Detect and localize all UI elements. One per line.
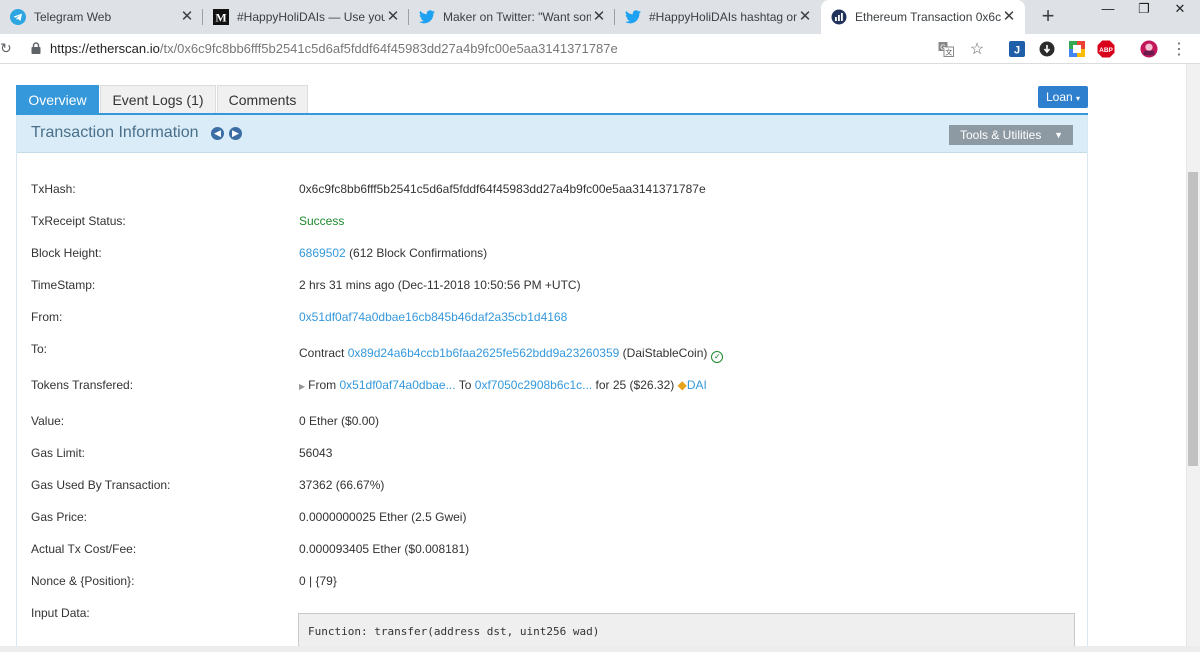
url-host: https://etherscan.io xyxy=(50,41,160,56)
address-bar[interactable]: https://etherscan.io/tx/0x6c9fc8bb6fff5b… xyxy=(50,41,618,56)
from-label: From: xyxy=(31,310,63,324)
tab-title: Telegram Web xyxy=(34,10,112,24)
gas-used-label: Gas Used By Transaction: xyxy=(31,478,171,492)
token-to-address-link[interactable]: 0xf7050c2908b6c1c... xyxy=(475,378,592,392)
tools-utilities-label: Tools & Utilities xyxy=(960,128,1042,142)
medium-icon: M xyxy=(213,9,229,25)
dai-token-icon: ◆ xyxy=(677,378,687,392)
telegram-icon xyxy=(10,9,26,25)
caret-right-icon: ▶ xyxy=(299,382,306,391)
close-tab-icon[interactable]: ✕ xyxy=(179,9,195,25)
tab-title: #HappyHoliDAIs hashtag on xyxy=(649,10,797,24)
lock-icon[interactable] xyxy=(31,42,41,54)
contract-prefix: Contract xyxy=(299,346,345,360)
tokens-transferred-value: ▶ From 0x51df0af74a0dbae... To 0xf7050c29… xyxy=(299,378,707,392)
contract-address-link[interactable]: 0x89d24a6b4ccb1b6faa2625fe562bdd9a232603… xyxy=(348,346,620,360)
gas-used-value: 37362 (66.67%) xyxy=(299,478,385,492)
txhash-value: 0x6c9fc8bb6fff5b2541c5d6af5fddf64f45983d… xyxy=(299,182,706,196)
abp-icon[interactable]: ABP xyxy=(1097,40,1115,58)
url-path: /tx/0x6c9fc8bb6fff5b2541c5d6af5fddf64f45… xyxy=(159,41,618,56)
token-from-word: From xyxy=(308,378,337,392)
horizontal-scroll-strip xyxy=(0,646,1200,652)
browser-tab-twitter-hashtag[interactable]: #HappyHoliDAIs hashtag on ✕ xyxy=(615,0,821,34)
timestamp-value: 2 hrs 31 mins ago (Dec-11-2018 10:50:56 … xyxy=(299,278,581,292)
gas-price-value: 0.0000000025 Ether (2.5 Gwei) xyxy=(299,510,467,524)
svg-text:M: M xyxy=(215,11,226,25)
status-value: Success xyxy=(299,214,345,228)
to-value: Contract 0x89d24a6b4ccb1b6faa2625fe562bd… xyxy=(299,346,724,363)
chevron-down-icon: ▼ xyxy=(1054,130,1063,140)
panel-title: Transaction Information xyxy=(31,124,199,141)
svg-text:ABP: ABP xyxy=(1099,47,1113,54)
loan-button[interactable]: Loan ▾ xyxy=(1038,86,1088,108)
browser-tab-medium[interactable]: M #HappyHoliDAIs — Use your ✕ xyxy=(203,0,409,34)
reload-icon[interactable]: ↻ xyxy=(0,40,12,57)
tokens-transferred-label: Tokens Transfered: xyxy=(31,378,134,392)
browser-tab-strip: Telegram Web ✕ M #HappyHoliDAIs — Use yo… xyxy=(0,0,1200,34)
twitter-icon xyxy=(419,9,435,25)
browser-tab-telegram[interactable]: Telegram Web ✕ xyxy=(0,0,203,34)
status-label: TxReceipt Status: xyxy=(31,214,126,228)
browser-tab-etherscan[interactable]: Ethereum Transaction 0x6c9f ✕ xyxy=(821,0,1025,34)
close-window-button[interactable]: ✕ xyxy=(1162,0,1198,20)
new-tab-button[interactable]: + xyxy=(1036,4,1060,28)
scrollbar-thumb[interactable] xyxy=(1188,172,1198,466)
shield-extension-icon[interactable] xyxy=(1038,40,1056,58)
next-transaction-icon[interactable]: ▶ xyxy=(229,127,242,140)
browser-toolbar: ↻ https://etherscan.io/tx/0x6c9fc8bb6fff… xyxy=(0,34,1200,64)
input-data-label: Input Data: xyxy=(31,606,90,620)
close-tab-icon[interactable]: ✕ xyxy=(1001,9,1017,25)
svg-text:J: J xyxy=(1014,45,1020,57)
value-value: 0 Ether ($0.00) xyxy=(299,414,380,428)
close-tab-icon[interactable]: ✕ xyxy=(797,9,813,25)
star-icon[interactable]: ☆ xyxy=(968,40,986,58)
svg-text:文: 文 xyxy=(945,48,952,57)
input-data-value: Function: transfer(address dst, uint256 … xyxy=(308,625,600,638)
block-height-value: 6869502 (612 Block Confirmations) xyxy=(299,246,487,260)
dai-token-link[interactable]: DAI xyxy=(687,378,707,392)
block-height-label: Block Height: xyxy=(31,246,102,260)
menu-icon[interactable]: ⋮ xyxy=(1170,40,1188,58)
timestamp-label: TimeStamp: xyxy=(31,278,96,292)
token-amount: for 25 ($26.32) xyxy=(595,378,675,392)
restore-window-button[interactable]: ❐ xyxy=(1126,0,1162,20)
txhash-label: TxHash: xyxy=(31,182,76,196)
token-to-word: To xyxy=(458,378,472,392)
green-extension-icon[interactable] xyxy=(1068,40,1086,58)
tab-title: #HappyHoliDAIs — Use your xyxy=(237,10,385,24)
prev-transaction-icon[interactable]: ◀ xyxy=(211,127,224,140)
nonce-value: 0 | {79} xyxy=(299,574,337,588)
tx-cost-label: Actual Tx Cost/Fee: xyxy=(31,542,137,556)
gas-limit-value: 56043 xyxy=(299,446,333,460)
j-extension-icon[interactable]: J xyxy=(1008,40,1026,58)
value-label: Value: xyxy=(31,414,65,428)
minimize-window-button[interactable]: — xyxy=(1090,0,1126,20)
block-number-link[interactable]: 6869502 xyxy=(299,246,346,260)
tab-title: Maker on Twitter: "Want som xyxy=(443,10,591,24)
twitter-icon xyxy=(625,9,641,25)
contract-name: (DaiStableCoin) xyxy=(622,346,708,360)
to-label: To: xyxy=(31,342,48,356)
verified-check-icon: ✓ xyxy=(711,351,724,363)
from-address-link[interactable]: 0x51df0af74a0dbae16cb845b46daf2a35cb1d41… xyxy=(299,310,567,324)
tab-event-logs[interactable]: Event Logs (1) xyxy=(100,85,216,114)
gas-price-label: Gas Price: xyxy=(31,510,88,524)
close-tab-icon[interactable]: ✕ xyxy=(385,9,401,25)
tab-title: Ethereum Transaction 0x6c9f xyxy=(855,10,1001,24)
profile-avatar[interactable] xyxy=(1140,40,1158,58)
loan-button-label: Loan xyxy=(1045,90,1073,104)
etherscan-icon xyxy=(831,9,847,25)
tx-cost-value: 0.000093405 Ether ($0.008181) xyxy=(299,542,470,556)
tools-utilities-button[interactable]: Tools & Utilities ▼ xyxy=(949,125,1073,145)
gas-limit-label: Gas Limit: xyxy=(31,446,86,460)
tab-overview[interactable]: Overview xyxy=(16,85,99,114)
tab-comments[interactable]: Comments xyxy=(217,85,308,114)
browser-tab-twitter-maker[interactable]: Maker on Twitter: "Want som ✕ xyxy=(409,0,615,34)
translate-icon[interactable]: G文 xyxy=(937,40,955,58)
nonce-label: Nonce & {Position}: xyxy=(31,574,135,588)
close-tab-icon[interactable]: ✕ xyxy=(591,9,607,25)
token-from-address-link[interactable]: 0x51df0af74a0dbae... xyxy=(340,378,456,392)
block-confirmations: (612 Block Confirmations) xyxy=(349,246,488,260)
